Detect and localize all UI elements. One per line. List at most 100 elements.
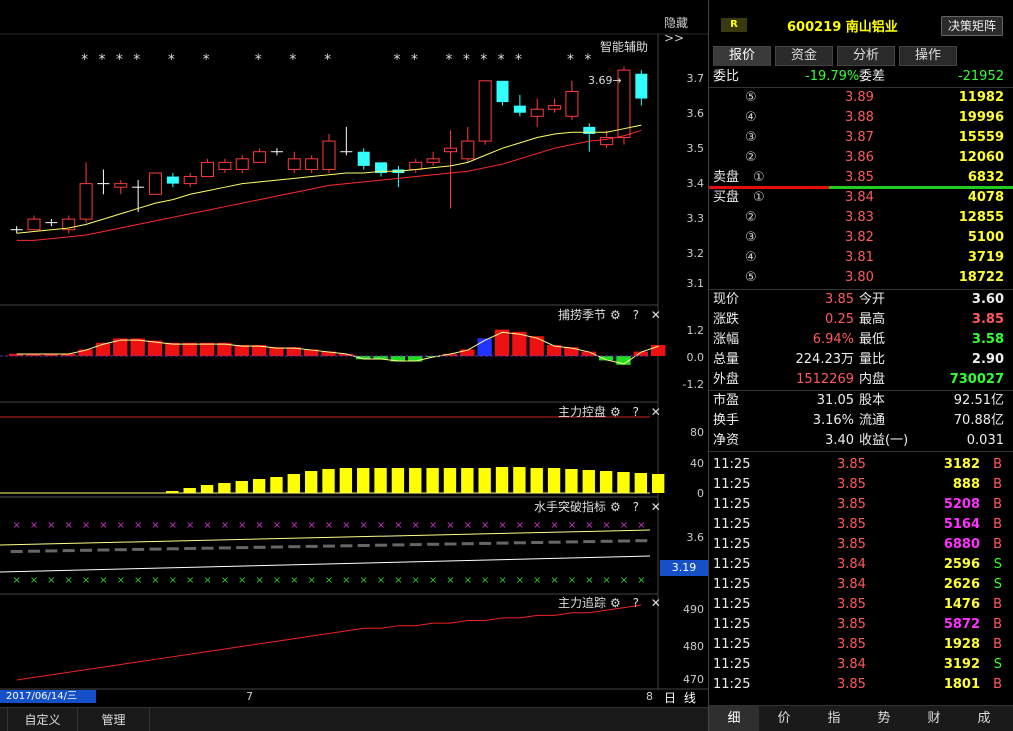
kline-chart[interactable]: × × × × × × × × × × × × × × × × × × × × × × × × × × × × × × × × × × × × × × × ×…	[0, 0, 708, 731]
y-label: -1.2	[682, 378, 704, 391]
stat-value: 92.51亿	[953, 393, 1004, 408]
p3-x-marker: ×	[342, 575, 350, 586]
tab-funds[interactable]: 资金	[775, 46, 833, 66]
p3-x-marker: ×	[117, 520, 125, 531]
panel-tools-icon[interactable]: ⚙ ? ✕	[610, 308, 665, 322]
p3-x-marker: ×	[325, 575, 333, 586]
p3-x-marker: ×	[203, 520, 211, 531]
tab-volume[interactable]: 成	[959, 706, 1009, 731]
signal-star: *	[133, 52, 140, 68]
tick-price: 3.84	[837, 657, 866, 672]
tab-index[interactable]: 指	[809, 706, 859, 731]
p3-x-marker: ×	[550, 575, 558, 586]
tick-time: 11:25	[713, 557, 751, 572]
tick-price: 3.85	[837, 637, 866, 652]
date-badge: 2017/06/14/三	[0, 690, 96, 703]
bottom-tab-custom[interactable]: 自定义	[8, 708, 78, 731]
candle-body	[426, 158, 440, 163]
p3-x-marker: ×	[99, 575, 107, 586]
period-button[interactable]: 日 线	[664, 689, 698, 706]
p2-bar	[617, 472, 630, 493]
stat-row: 涨幅 6.94% 最低 3.58	[709, 330, 1013, 350]
tab-trend[interactable]: 势	[859, 706, 909, 731]
candle-body	[79, 183, 93, 220]
p3-x-marker: ×	[602, 520, 610, 531]
candle-body	[201, 161, 215, 178]
p2-bar	[270, 477, 283, 493]
tab-detail[interactable]: 细	[709, 706, 759, 731]
signal-star: *	[411, 52, 418, 68]
candle-body	[496, 80, 509, 103]
p3-dash	[496, 541, 509, 545]
p3-dash	[201, 546, 214, 550]
stat-value: 31.05	[816, 393, 854, 408]
p3-x-marker: ×	[360, 520, 368, 531]
p3-x-marker: ×	[446, 575, 454, 586]
p3-dash	[218, 546, 231, 550]
p3-x-marker: ×	[429, 575, 437, 586]
tab-price[interactable]: 价	[759, 706, 809, 731]
weicha-value: -21952	[957, 69, 1004, 84]
signal-star: *	[116, 52, 123, 68]
tick-time: 11:25	[713, 477, 751, 492]
sell-volume: 11982	[958, 90, 1004, 105]
stat-value: 3.60	[971, 292, 1004, 307]
stat-label: 市盈	[713, 393, 740, 408]
bottom-tab-blank[interactable]	[0, 708, 8, 731]
p2-histogram	[0, 467, 665, 494]
tick-time: 11:25	[713, 617, 751, 632]
p3-dash	[392, 543, 405, 547]
p3-x-marker: ×	[65, 520, 73, 531]
panel-tools-icon[interactable]: ⚙ ? ✕	[610, 596, 665, 610]
quote-bottom-tabs: 细 价 指 势 财 成	[709, 705, 1013, 731]
p2-bar	[183, 488, 196, 493]
tab-quote[interactable]: 报价	[713, 46, 771, 66]
p3-x-marker: ×	[481, 520, 489, 531]
tick-row: 11:25 3.85 1476 B	[709, 595, 1013, 615]
p3-dash	[270, 545, 283, 549]
p3-dash	[236, 546, 249, 550]
candle-body	[183, 176, 197, 185]
p2-bar	[461, 468, 474, 493]
p3-x-marker: ×	[637, 575, 645, 586]
stat-row: 总量 224.23万 量比 2.90	[709, 350, 1013, 370]
tick-volume: 3192	[943, 657, 980, 672]
p3-x-marker: ×	[203, 575, 211, 586]
r-badge[interactable]: R	[721, 18, 747, 32]
p3-x-marker: ×	[307, 520, 315, 531]
sell-order-row: ② 3.86 12060	[709, 148, 1013, 168]
y-label: 490	[683, 603, 704, 616]
p2-bar	[304, 471, 318, 493]
p3-x-marker: ×	[516, 520, 524, 531]
tab-operation[interactable]: 操作	[899, 46, 957, 66]
p3-dash	[357, 544, 370, 547]
signal-star: *	[463, 52, 470, 68]
tab-analysis[interactable]: 分析	[837, 46, 895, 66]
panel-tools-icon[interactable]: ⚙ ? ✕	[610, 405, 665, 419]
sell-order-row: 卖盘 ① 3.85 6832	[709, 168, 1013, 188]
signal-star: *	[168, 52, 175, 68]
panel-tools-icon[interactable]: ⚙ ? ✕	[610, 500, 665, 514]
p3-dash	[548, 540, 561, 544]
p1-bar	[234, 345, 249, 356]
tick-volume: 6880	[943, 537, 980, 552]
tick-price: 3.85	[837, 517, 866, 532]
p3-x-marker: ×	[134, 575, 142, 586]
assist-label[interactable]: 智能辅助	[600, 38, 648, 55]
hide-button[interactable]: 隐藏>>	[664, 14, 708, 45]
quote-header: R 600219 南山铝业 决策矩阵	[709, 0, 1013, 42]
bottom-tab-manage[interactable]: 管理	[78, 708, 150, 731]
y-label: 1.2	[686, 324, 705, 337]
p3-x-marker: ×	[620, 575, 628, 586]
chart-area[interactable]: × × × × × × × × × × × × × × × × × × × × × × × × × × × × × × × × × × × × × × × ×…	[0, 0, 708, 731]
p2-bar	[235, 481, 248, 493]
level-num: ④	[745, 110, 757, 125]
p3-dash	[114, 548, 127, 552]
p3-x-marker: ×	[273, 520, 281, 531]
p3-x-marker: ×	[533, 575, 541, 586]
tick-time: 11:25	[713, 637, 751, 652]
decision-matrix-button[interactable]: 决策矩阵	[941, 16, 1003, 36]
tab-finance[interactable]: 财	[909, 706, 959, 731]
sell-volume: 19996	[958, 110, 1004, 125]
stat-label: 收益(一)	[859, 433, 909, 448]
